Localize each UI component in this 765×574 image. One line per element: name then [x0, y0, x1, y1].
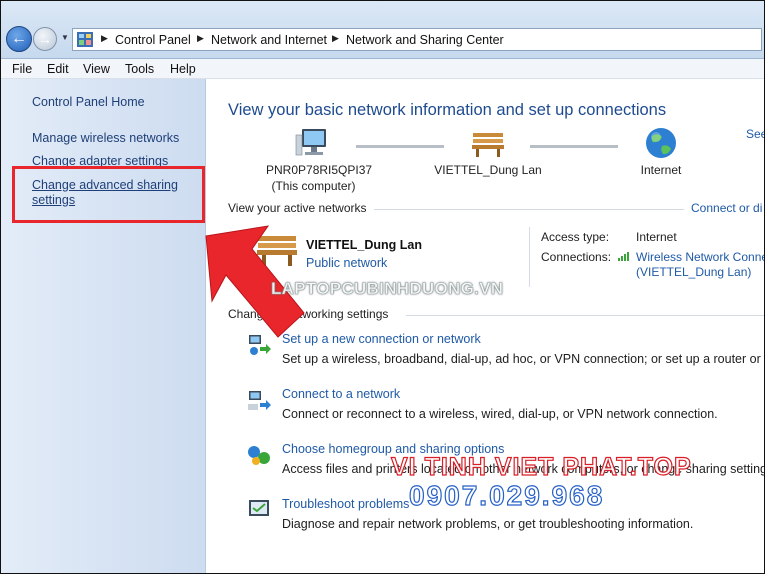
computer-subtitle: (This computer)	[271, 179, 356, 193]
access-type-value: Internet	[636, 230, 677, 244]
task-connect-network-link[interactable]: Connect to a network	[282, 387, 400, 401]
breadcrumb-separator[interactable]: ▶	[197, 33, 204, 44]
menu-edit[interactable]: Edit	[47, 62, 69, 76]
breadcrumb-separator[interactable]: ▶	[332, 33, 339, 44]
network-type-link[interactable]: Public network	[306, 256, 387, 270]
menu-tools[interactable]: Tools	[125, 62, 154, 76]
computer-name: PNR0P78RI5QPI37	[266, 163, 373, 177]
menu-bar: File Edit View Tools Help	[1, 59, 764, 79]
control-panel-icon	[77, 32, 93, 47]
forward-arrow-icon[interactable]: →	[33, 27, 57, 51]
watermark-brand: VI TINH VIET PHAT.TOP	[390, 452, 692, 481]
back-arrow-icon[interactable]: ←	[6, 26, 32, 52]
breadcrumb[interactable]: ▶ Control Panel ▶ Network and Internet ▶…	[72, 28, 762, 51]
breadcrumb-separator[interactable]: ▶	[101, 33, 108, 44]
computer-icon	[295, 129, 326, 156]
network-node: VIETTEL_Dung Lan	[434, 163, 542, 177]
wireless-connection-sub[interactable]: (VIETTEL_Dung Lan)	[636, 265, 751, 279]
active-networks-header: View your active networks	[228, 201, 367, 215]
divider	[374, 209, 684, 210]
computer-node: PNR0P78RI5QPI37 (This computer)	[266, 163, 373, 193]
task-troubleshoot-desc: Diagnose and repair network problems, or…	[282, 517, 694, 531]
divider	[406, 315, 764, 316]
sidebar: Control Panel Home Manage wireless netwo…	[1, 79, 206, 573]
task-setup-connection-link[interactable]: Set up a new connection or network	[282, 332, 481, 346]
globe-icon	[646, 128, 676, 158]
watermark-phone: 0907.029.968	[408, 479, 605, 511]
menu-help[interactable]: Help	[170, 62, 196, 76]
recent-pages-icon[interactable]: ▼	[61, 33, 69, 42]
task-troubleshoot-link[interactable]: Troubleshoot problems	[282, 497, 409, 511]
address-bar: ← → ▼ ▶ Control Panel ▶ Network and Inte…	[1, 1, 764, 59]
wireless-connection-link[interactable]: Wireless Network Conne	[636, 250, 764, 264]
page-title: View your basic network information and …	[228, 101, 667, 119]
task-connect-network-desc: Connect or reconnect to a wireless, wire…	[282, 407, 718, 421]
menu-view[interactable]: View	[83, 62, 110, 76]
window: ← → ▼ ▶ Control Panel ▶ Network and Inte…	[0, 0, 765, 574]
connect-network-icon	[248, 391, 271, 410]
connection-line	[530, 145, 618, 148]
active-network-name: VIETTEL_Dung Lan	[306, 238, 422, 252]
sidebar-item-manage-wireless[interactable]: Manage wireless networks	[32, 131, 179, 145]
connect-or-disconnect-link[interactable]: Connect or di	[691, 201, 762, 215]
sidebar-item-control-panel-home[interactable]: Control Panel Home	[32, 95, 145, 109]
change-settings-header-end: tworking settings	[299, 307, 389, 321]
breadcrumb-network-sharing-center[interactable]: Network and Sharing Center	[346, 33, 504, 47]
connection-line	[356, 145, 444, 148]
connections-label: Connections:	[541, 250, 612, 264]
breadcrumb-network-internet[interactable]: Network and Internet	[211, 33, 327, 47]
breadcrumb-control-panel[interactable]: Control Panel	[115, 33, 191, 47]
see-full-map-link[interactable]: See	[746, 127, 764, 141]
access-type-label: Access type:	[541, 230, 610, 244]
divider	[529, 227, 530, 287]
menu-file[interactable]: File	[12, 62, 32, 76]
highlight-box	[12, 166, 205, 223]
homegroup-icon	[248, 446, 270, 465]
troubleshoot-icon	[249, 500, 269, 516]
task-setup-connection-desc: Set up a wireless, broadband, dial-up, a…	[282, 352, 765, 366]
wireless-signal-icon	[618, 252, 629, 261]
watermark-site: LAPTOPCUBINHDUONG.VN	[271, 279, 504, 299]
internet-node: Internet	[640, 163, 682, 177]
bench-icon	[472, 133, 504, 157]
